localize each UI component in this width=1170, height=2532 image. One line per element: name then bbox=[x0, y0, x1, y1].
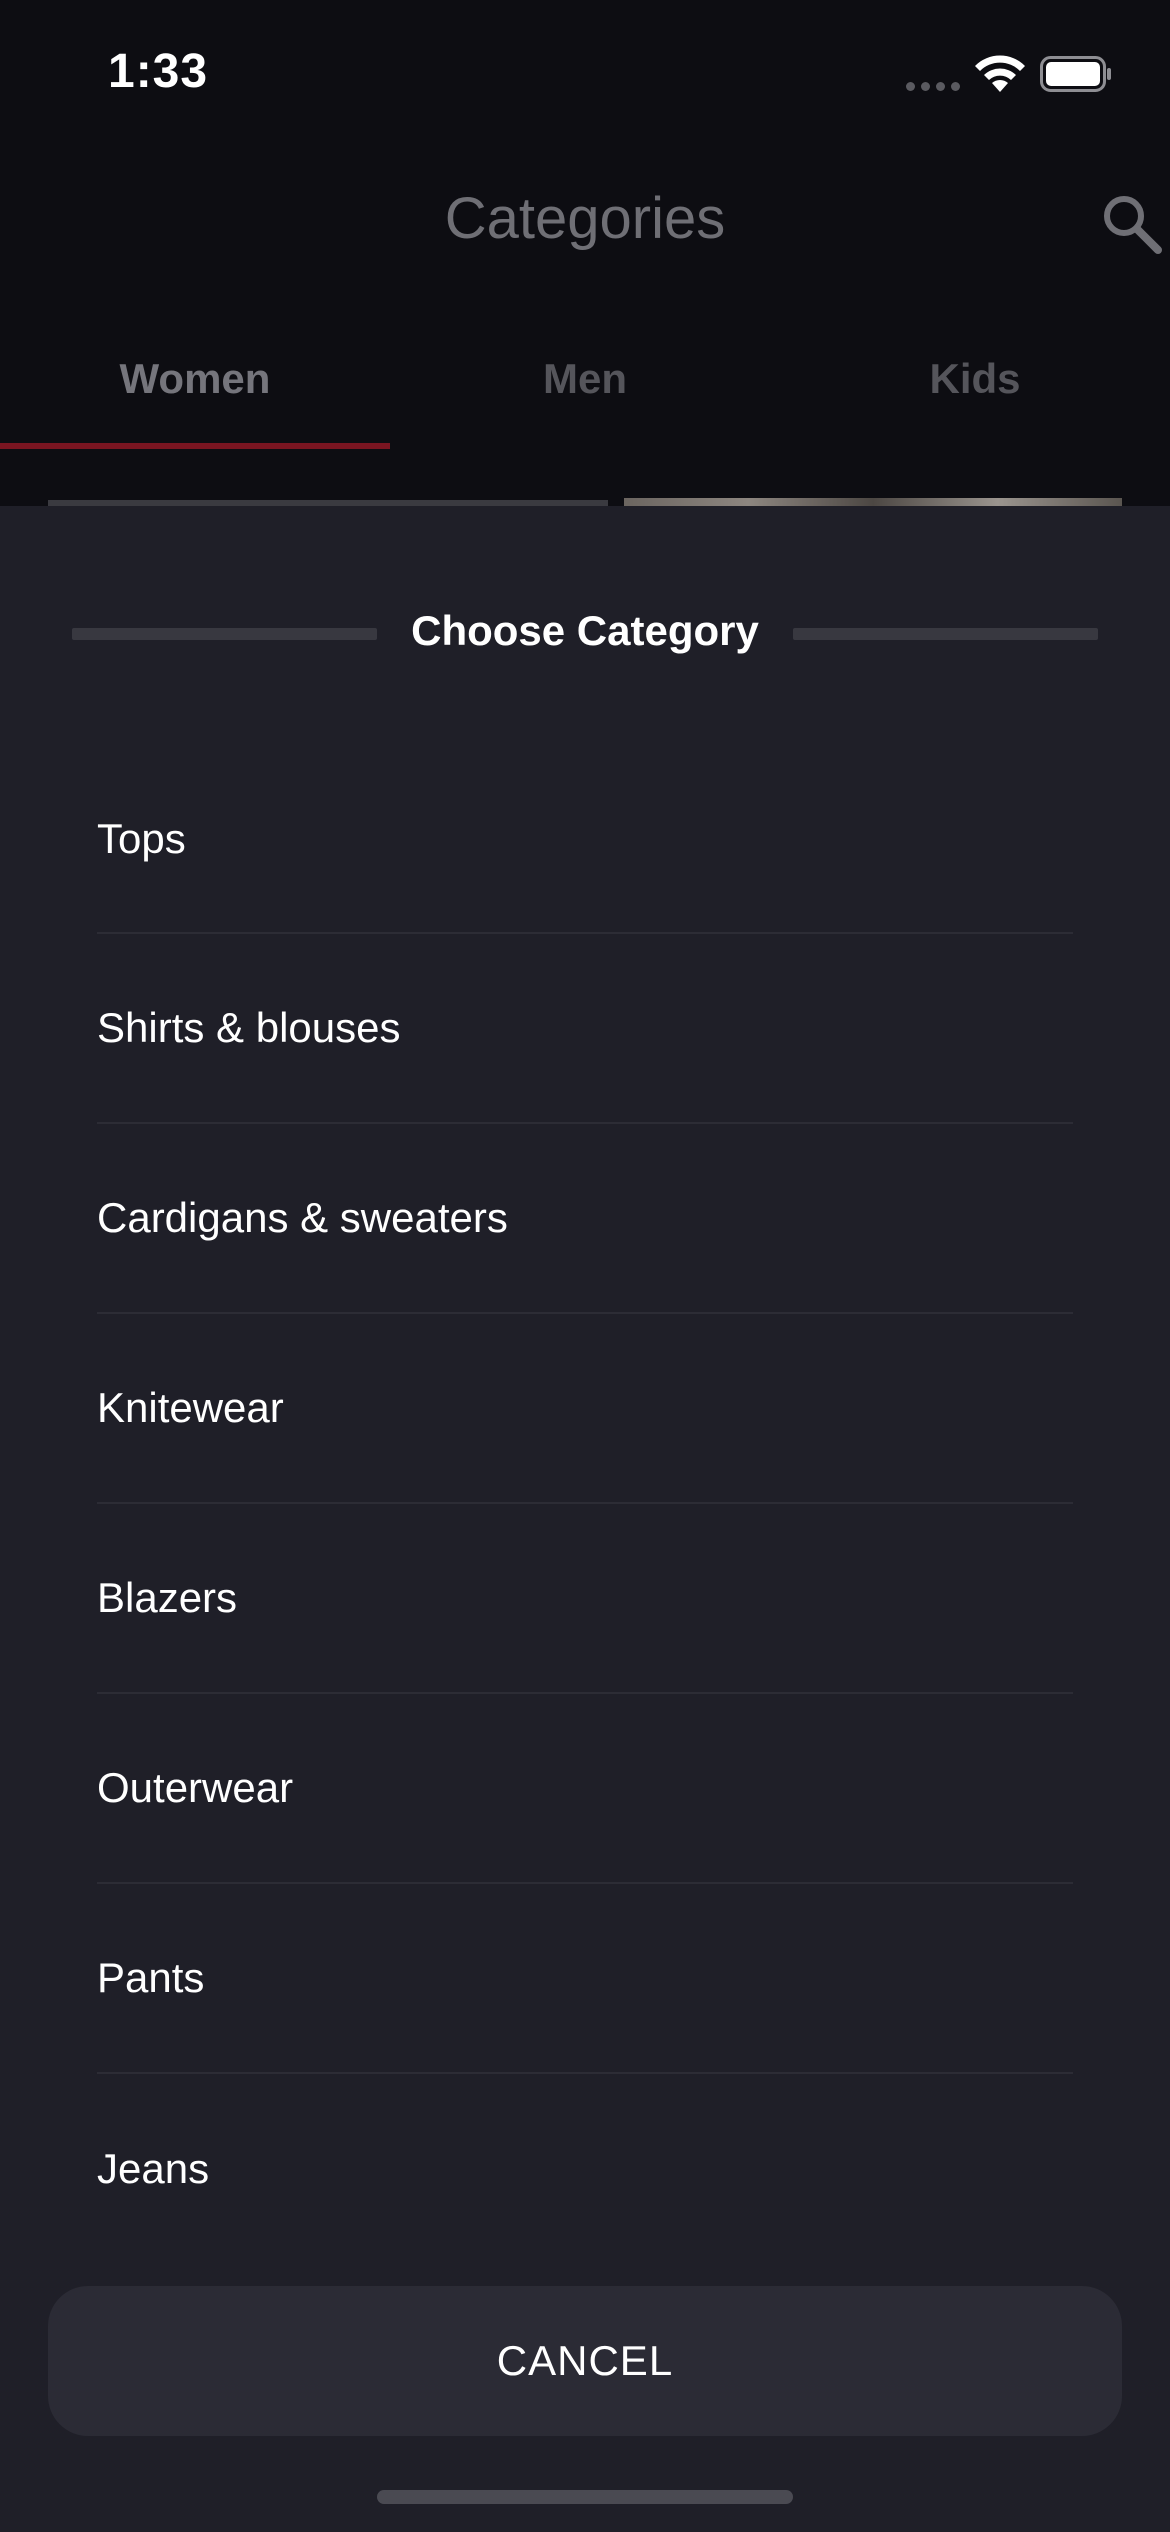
cancel-button[interactable]: CANCEL bbox=[48, 2286, 1122, 2436]
sheet-header: Choose Category bbox=[0, 596, 1170, 666]
category-item-tops[interactable]: Tops bbox=[97, 746, 1073, 934]
active-tab-indicator bbox=[0, 443, 390, 449]
search-icon[interactable] bbox=[1100, 192, 1164, 256]
wifi-icon bbox=[975, 55, 1025, 92]
category-tabs: Women Men Kids bbox=[0, 345, 1170, 455]
battery-icon bbox=[1040, 56, 1111, 92]
home-indicator[interactable] bbox=[377, 2490, 793, 2504]
category-item-outerwear[interactable]: Outerwear bbox=[97, 1694, 1073, 1884]
cellular-signal-icon bbox=[906, 82, 962, 92]
category-item-blazers[interactable]: Blazers bbox=[97, 1504, 1073, 1694]
screen: 1:33 Categories Women Men Kids Choose Ca… bbox=[0, 0, 1170, 2532]
status-bar: 1:33 bbox=[0, 0, 1170, 140]
category-list: Tops Shirts & blouses Cardigans & sweate… bbox=[97, 746, 1073, 2264]
choose-category-sheet: Choose Category Tops Shirts & blouses Ca… bbox=[0, 506, 1170, 2532]
tab-kids[interactable]: Kids bbox=[780, 345, 1170, 455]
sheet-title: Choose Category bbox=[411, 607, 759, 654]
status-time: 1:33 bbox=[108, 45, 209, 98]
tab-women[interactable]: Women bbox=[0, 345, 390, 455]
category-item-pants[interactable]: Pants bbox=[97, 1884, 1073, 2074]
page-title: Categories bbox=[444, 186, 726, 251]
background-image bbox=[624, 498, 1122, 506]
category-item-cardigans-sweaters[interactable]: Cardigans & sweaters bbox=[97, 1124, 1073, 1314]
category-item-shirts-blouses[interactable]: Shirts & blouses bbox=[97, 934, 1073, 1124]
category-item-jeans[interactable]: Jeans bbox=[97, 2074, 1073, 2264]
category-item-knitewear[interactable]: Knitewear bbox=[97, 1314, 1073, 1504]
tab-men[interactable]: Men bbox=[390, 345, 780, 455]
